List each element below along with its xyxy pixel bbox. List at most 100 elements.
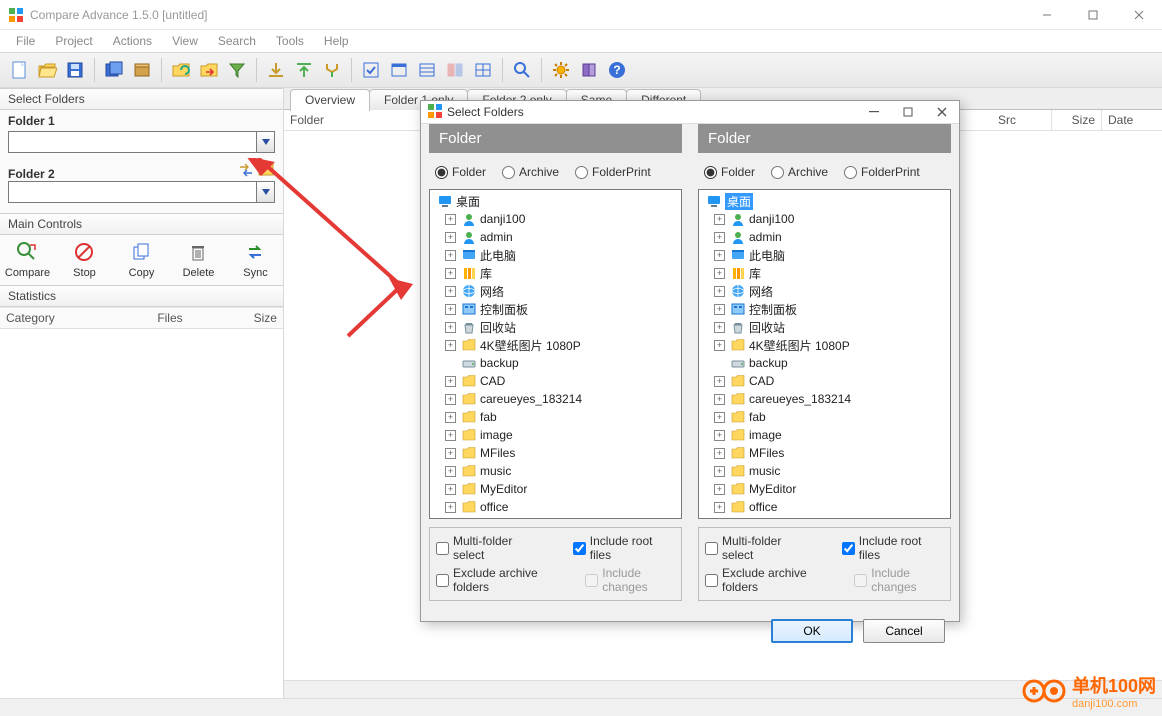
search-icon[interactable] (509, 57, 535, 83)
ok-button[interactable]: OK (771, 619, 853, 643)
copy-button[interactable]: Copy (118, 241, 165, 279)
export-icon[interactable] (263, 57, 289, 83)
saveall-icon[interactable] (101, 57, 127, 83)
tree-item[interactable]: +网络 (699, 282, 950, 300)
browse-folder-icon[interactable] (257, 161, 275, 179)
dialog-maximize-button[interactable] (891, 101, 925, 123)
save-icon[interactable] (62, 57, 88, 83)
radio-folder[interactable]: Folder (435, 165, 486, 179)
list-icon[interactable] (414, 57, 440, 83)
book-icon[interactable] (576, 57, 602, 83)
folder1-combo[interactable] (8, 131, 275, 153)
tree-item[interactable]: +控制面板 (430, 300, 681, 318)
tree-item[interactable]: +4K壁纸图片 1080P (699, 336, 950, 354)
menu-help[interactable]: Help (314, 31, 359, 51)
grid1-icon[interactable] (442, 57, 468, 83)
import-icon[interactable] (291, 57, 317, 83)
tree-item[interactable]: +MyEditor (430, 480, 681, 498)
folder-tree[interactable]: 桌面+danji100+admin+此电脑+库+网络+控制面板+回收站+4K壁纸… (429, 189, 682, 519)
close-button[interactable] (1116, 0, 1162, 30)
tree-item[interactable]: +image (699, 426, 950, 444)
swap-folders-icon[interactable] (237, 161, 255, 179)
tree-item[interactable]: +fab (699, 408, 950, 426)
folder1-input[interactable] (8, 131, 257, 153)
tree-item[interactable]: +MFiles (699, 444, 950, 462)
tree-item[interactable]: +danji100 (430, 210, 681, 228)
cancel-button[interactable]: Cancel (863, 619, 945, 643)
menu-file[interactable]: File (6, 31, 45, 51)
tree-item[interactable]: +careueyes_183214 (699, 390, 950, 408)
check-multi[interactable]: Multi-folder select (436, 534, 545, 562)
tree-item[interactable]: +admin (430, 228, 681, 246)
tree-item[interactable]: 桌面 (430, 192, 681, 210)
refresh-folder-icon[interactable] (168, 57, 194, 83)
dialog-minimize-button[interactable] (857, 101, 891, 123)
tree-item[interactable]: +CAD (430, 372, 681, 390)
tree-item[interactable]: +4K壁纸图片 1080P (430, 336, 681, 354)
compare-button[interactable]: Compare (4, 241, 51, 279)
maximize-button[interactable] (1070, 0, 1116, 30)
menu-project[interactable]: Project (45, 31, 102, 51)
tree-item[interactable]: +careueyes_183214 (430, 390, 681, 408)
radio-folderprint[interactable]: FolderPrint (844, 165, 920, 179)
grid2-icon[interactable] (470, 57, 496, 83)
tree-item[interactable]: +CAD (699, 372, 950, 390)
tree-item[interactable]: +music (430, 462, 681, 480)
tree-item[interactable]: +admin (699, 228, 950, 246)
gear-icon[interactable] (548, 57, 574, 83)
check-excl[interactable]: Exclude archive folders (705, 566, 826, 594)
tree-item[interactable]: +此电脑 (699, 246, 950, 264)
tree-item[interactable]: +库 (430, 264, 681, 282)
tree-item[interactable]: +office (699, 498, 950, 516)
tree-item[interactable]: backup (430, 354, 681, 372)
menu-search[interactable]: Search (208, 31, 266, 51)
col-src[interactable]: Src (992, 110, 1052, 130)
radio-archive[interactable]: Archive (771, 165, 828, 179)
tree-item[interactable]: +网络 (430, 282, 681, 300)
check-multi[interactable]: Multi-folder select (705, 534, 814, 562)
tree-item[interactable]: +fab (430, 408, 681, 426)
menu-actions[interactable]: Actions (103, 31, 162, 51)
tree-item[interactable]: +music (699, 462, 950, 480)
col-size[interactable]: Size (1052, 110, 1102, 130)
folder2-combo[interactable] (8, 181, 275, 203)
chevron-down-icon[interactable] (257, 181, 275, 203)
help-icon[interactable]: ? (604, 57, 630, 83)
check-root[interactable]: Include root files (573, 534, 675, 562)
dialog-close-button[interactable] (925, 101, 959, 123)
tree-item[interactable]: +此电脑 (430, 246, 681, 264)
radio-folder[interactable]: Folder (704, 165, 755, 179)
archive-icon[interactable] (129, 57, 155, 83)
check-excl[interactable]: Exclude archive folders (436, 566, 557, 594)
sync-button[interactable]: Sync (232, 241, 279, 279)
merge-icon[interactable] (319, 57, 345, 83)
new-icon[interactable] (6, 57, 32, 83)
radio-archive[interactable]: Archive (502, 165, 559, 179)
folder-tree[interactable]: 桌面+danji100+admin+此电脑+库+网络+控制面板+回收站+4K壁纸… (698, 189, 951, 519)
check-root[interactable]: Include root files (842, 534, 944, 562)
stop-button[interactable]: Stop (61, 241, 108, 279)
filter-icon[interactable] (224, 57, 250, 83)
window-icon[interactable] (386, 57, 412, 83)
check-icon[interactable] (358, 57, 384, 83)
tab-overview[interactable]: Overview (290, 89, 370, 111)
tree-item[interactable]: +回收站 (430, 318, 681, 336)
delete-button[interactable]: Delete (175, 241, 222, 279)
folder2-input[interactable] (8, 181, 257, 203)
tree-item[interactable]: +控制面板 (699, 300, 950, 318)
tree-item[interactable]: +MyEditor (699, 480, 950, 498)
tree-item[interactable]: +image (430, 426, 681, 444)
tree-item[interactable]: backup (699, 354, 950, 372)
minimize-button[interactable] (1024, 0, 1070, 30)
menu-view[interactable]: View (162, 31, 208, 51)
radio-folderprint[interactable]: FolderPrint (575, 165, 651, 179)
tree-item[interactable]: 桌面 (699, 192, 950, 210)
tree-item[interactable]: +office (430, 498, 681, 516)
tree-item[interactable]: +库 (699, 264, 950, 282)
tree-item[interactable]: +danji100 (699, 210, 950, 228)
folder-arrow-icon[interactable] (196, 57, 222, 83)
col-date[interactable]: Date (1102, 110, 1162, 130)
open-icon[interactable] (34, 57, 60, 83)
menu-tools[interactable]: Tools (266, 31, 314, 51)
tree-item[interactable]: +回收站 (699, 318, 950, 336)
